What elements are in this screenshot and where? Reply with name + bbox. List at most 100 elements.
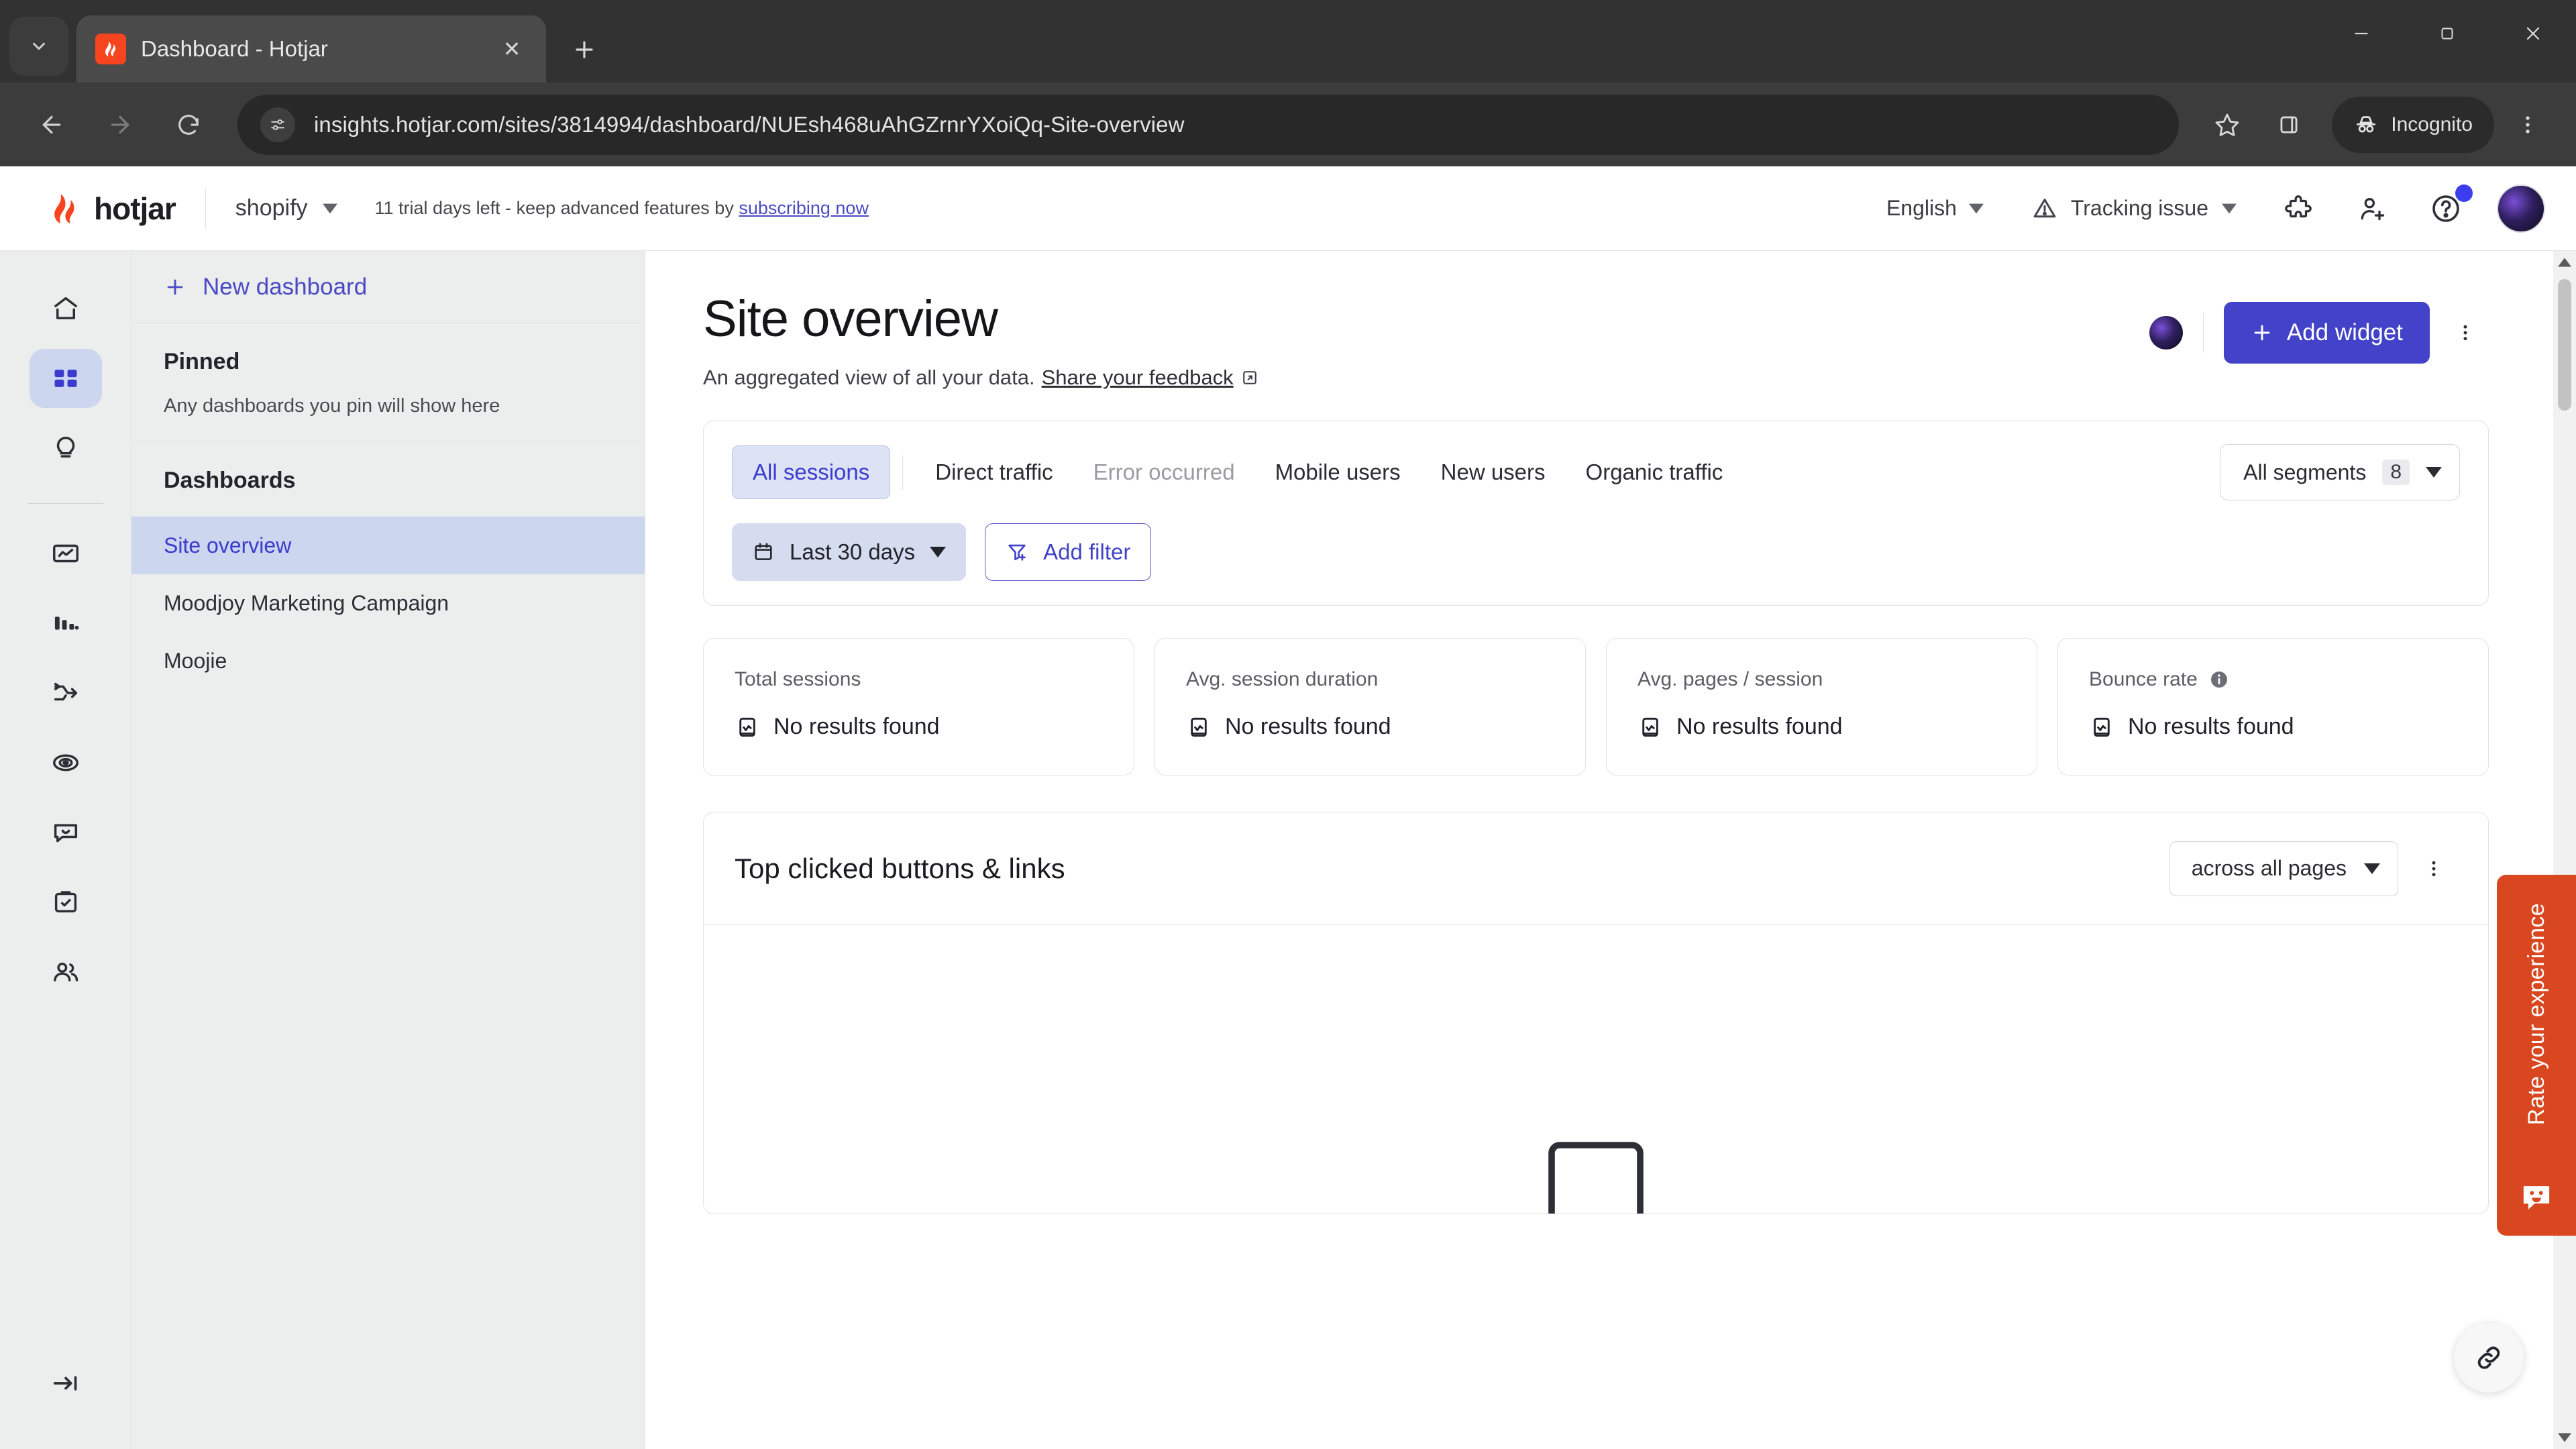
- segment-tab-direct-traffic[interactable]: Direct traffic: [915, 446, 1073, 498]
- hotjar-app: hotjar shopify 11 trial days left - keep…: [0, 166, 2576, 1449]
- back-arrow-icon[interactable]: [20, 93, 83, 156]
- dashboard-item-moodjoy[interactable]: Moodjoy Marketing Campaign: [131, 574, 645, 632]
- segment-tab-organic-traffic[interactable]: Organic traffic: [1566, 446, 1743, 498]
- site-selector[interactable]: shopify: [235, 195, 337, 221]
- dashboard-item-site-overview[interactable]: Site overview: [131, 517, 645, 574]
- forward-arrow-icon[interactable]: [89, 93, 152, 156]
- sidebar-item-users[interactable]: [30, 943, 102, 1002]
- site-settings-icon[interactable]: [260, 107, 295, 142]
- new-dashboard-button[interactable]: New dashboard: [131, 251, 645, 323]
- scroll-up-arrow-icon[interactable]: [2553, 251, 2576, 274]
- share-feedback-link[interactable]: Share your feedback: [1042, 366, 1234, 390]
- hotjar-flame-icon: [54, 193, 74, 223]
- user-avatar[interactable]: [2497, 184, 2545, 233]
- chevron-down-icon: [2426, 467, 2442, 478]
- segment-tab-label: New users: [1440, 460, 1546, 484]
- segment-divider: [902, 455, 904, 490]
- language-selector[interactable]: English: [1873, 196, 1997, 221]
- metric-card-avg-pages-per-session: Avg. pages / session No results found: [1606, 638, 2037, 775]
- scroll-down-arrow-icon[interactable]: [2553, 1426, 2576, 1449]
- dashboard-item-moojie[interactable]: Moojie: [131, 632, 645, 690]
- collapse-sidebar-button[interactable]: [30, 1354, 102, 1413]
- add-filter-button[interactable]: Add filter: [985, 523, 1152, 581]
- side-panel-icon[interactable]: [2261, 97, 2317, 153]
- sidebar-item-heatmaps[interactable]: [30, 733, 102, 792]
- window-maximize-button[interactable]: [2404, 0, 2490, 67]
- widget-scope-dropdown[interactable]: across all pages: [2169, 841, 2398, 896]
- date-range-label: Last 30 days: [790, 539, 916, 564]
- window-close-button[interactable]: [2490, 0, 2576, 67]
- smiley-feedback-icon: [2523, 1186, 2550, 1210]
- browser-tab-strip: Dashboard - Hotjar ✕: [0, 0, 2576, 83]
- segment-tab-label: Direct traffic: [935, 460, 1053, 484]
- user-flow-icon: [54, 682, 77, 701]
- incognito-label: Incognito: [2391, 113, 2473, 136]
- page-subtitle: An aggregated view of all your data. Sha…: [703, 366, 1259, 390]
- bar-chart-icon: [54, 616, 78, 630]
- metric-value: No results found: [1676, 714, 1843, 739]
- main-scrollbar[interactable]: [2553, 251, 2576, 1449]
- add-filter-label: Add filter: [1043, 539, 1131, 564]
- new-tab-button[interactable]: [559, 25, 609, 74]
- widget-more-options-icon[interactable]: [2410, 845, 2457, 892]
- dashboard-more-options-icon[interactable]: [2442, 309, 2489, 356]
- invite-user-icon[interactable]: [2344, 180, 2400, 237]
- segment-tab-mobile-users[interactable]: Mobile users: [1255, 446, 1421, 498]
- dashboard-grid-icon: [54, 370, 76, 387]
- segment-tab-error-occurred[interactable]: Error occurred: [1073, 446, 1255, 498]
- address-bar-url: insights.hotjar.com/sites/3814994/dashbo…: [314, 111, 1185, 137]
- segment-tab-all-sessions[interactable]: All sessions: [732, 445, 891, 499]
- scrollbar-thumb[interactable]: [2558, 279, 2571, 411]
- hotjar-logo[interactable]: hotjar: [47, 191, 176, 227]
- segment-tab-label: Error occurred: [1093, 460, 1235, 484]
- metric-value-row: No results found: [2089, 714, 2457, 740]
- tracking-issue-menu[interactable]: Tracking issue: [2016, 196, 2253, 221]
- clipboard-check-icon: [54, 891, 76, 913]
- page-header: Site overview An aggregated view of all …: [703, 290, 2489, 390]
- date-range-picker[interactable]: Last 30 days: [732, 523, 967, 581]
- rate-experience-tab[interactable]: Rate your experience: [2497, 875, 2576, 1236]
- new-dashboard-label: New dashboard: [203, 273, 368, 300]
- window-minimize-button[interactable]: [2318, 0, 2404, 67]
- metric-cards: Total sessions No results found Avg. ses…: [703, 638, 2489, 775]
- address-bar[interactable]: insights.hotjar.com/sites/3814994/dashbo…: [237, 94, 2180, 155]
- all-segments-dropdown[interactable]: All segments 8: [2220, 444, 2460, 500]
- sidebar-item-home[interactable]: [30, 279, 102, 338]
- metric-value: No results found: [773, 714, 940, 739]
- segment-tab-new-users[interactable]: New users: [1421, 446, 1566, 498]
- dashboard-owner-avatar[interactable]: [2149, 316, 2183, 350]
- browser-tab[interactable]: Dashboard - Hotjar ✕: [76, 15, 546, 83]
- subscribe-link[interactable]: subscribing now: [739, 198, 869, 218]
- add-widget-label: Add widget: [2286, 319, 2403, 345]
- help-icon[interactable]: [2418, 180, 2474, 237]
- all-segments-label: All segments: [2243, 460, 2367, 484]
- puzzle-icon[interactable]: [2270, 180, 2326, 237]
- page-actions: Add widget: [2149, 290, 2489, 364]
- star-icon[interactable]: [2199, 97, 2255, 153]
- chevron-down-icon: [2364, 863, 2380, 874]
- dashboard-item-label: Moodjoy Marketing Campaign: [164, 590, 449, 615]
- info-icon[interactable]: [2208, 669, 2230, 690]
- add-widget-button[interactable]: Add widget: [2223, 302, 2430, 364]
- sidebar-item-funnels[interactable]: [30, 594, 102, 653]
- sidebar-item-trends[interactable]: [30, 524, 102, 583]
- copy-link-button[interactable]: [2454, 1323, 2524, 1393]
- filter-plus-icon: [1008, 544, 1026, 561]
- sidebar-item-surveys[interactable]: [30, 873, 102, 932]
- reload-icon[interactable]: [157, 93, 220, 156]
- tab-close-icon[interactable]: ✕: [496, 34, 527, 64]
- sidebar-item-dashboards[interactable]: [29, 349, 102, 408]
- sidebar-item-feedback[interactable]: [30, 803, 102, 862]
- sidebar-item-user-flows[interactable]: [30, 663, 102, 722]
- metric-label: Total sessions: [735, 668, 861, 690]
- three-dot-menu-icon[interactable]: [2500, 97, 2556, 153]
- icon-rail: [0, 251, 131, 1449]
- tab-search-button[interactable]: [9, 17, 68, 76]
- incognito-indicator[interactable]: Incognito: [2332, 96, 2494, 153]
- segment-tab-label: Mobile users: [1275, 460, 1401, 484]
- no-results-icon: [1642, 717, 1658, 737]
- link-icon: [2477, 1346, 2500, 1369]
- widget-top-clicked: Top clicked buttons & links across all p…: [703, 812, 2489, 1214]
- sidebar-item-insights[interactable]: [30, 419, 102, 478]
- lightbulb-icon: [56, 436, 74, 458]
